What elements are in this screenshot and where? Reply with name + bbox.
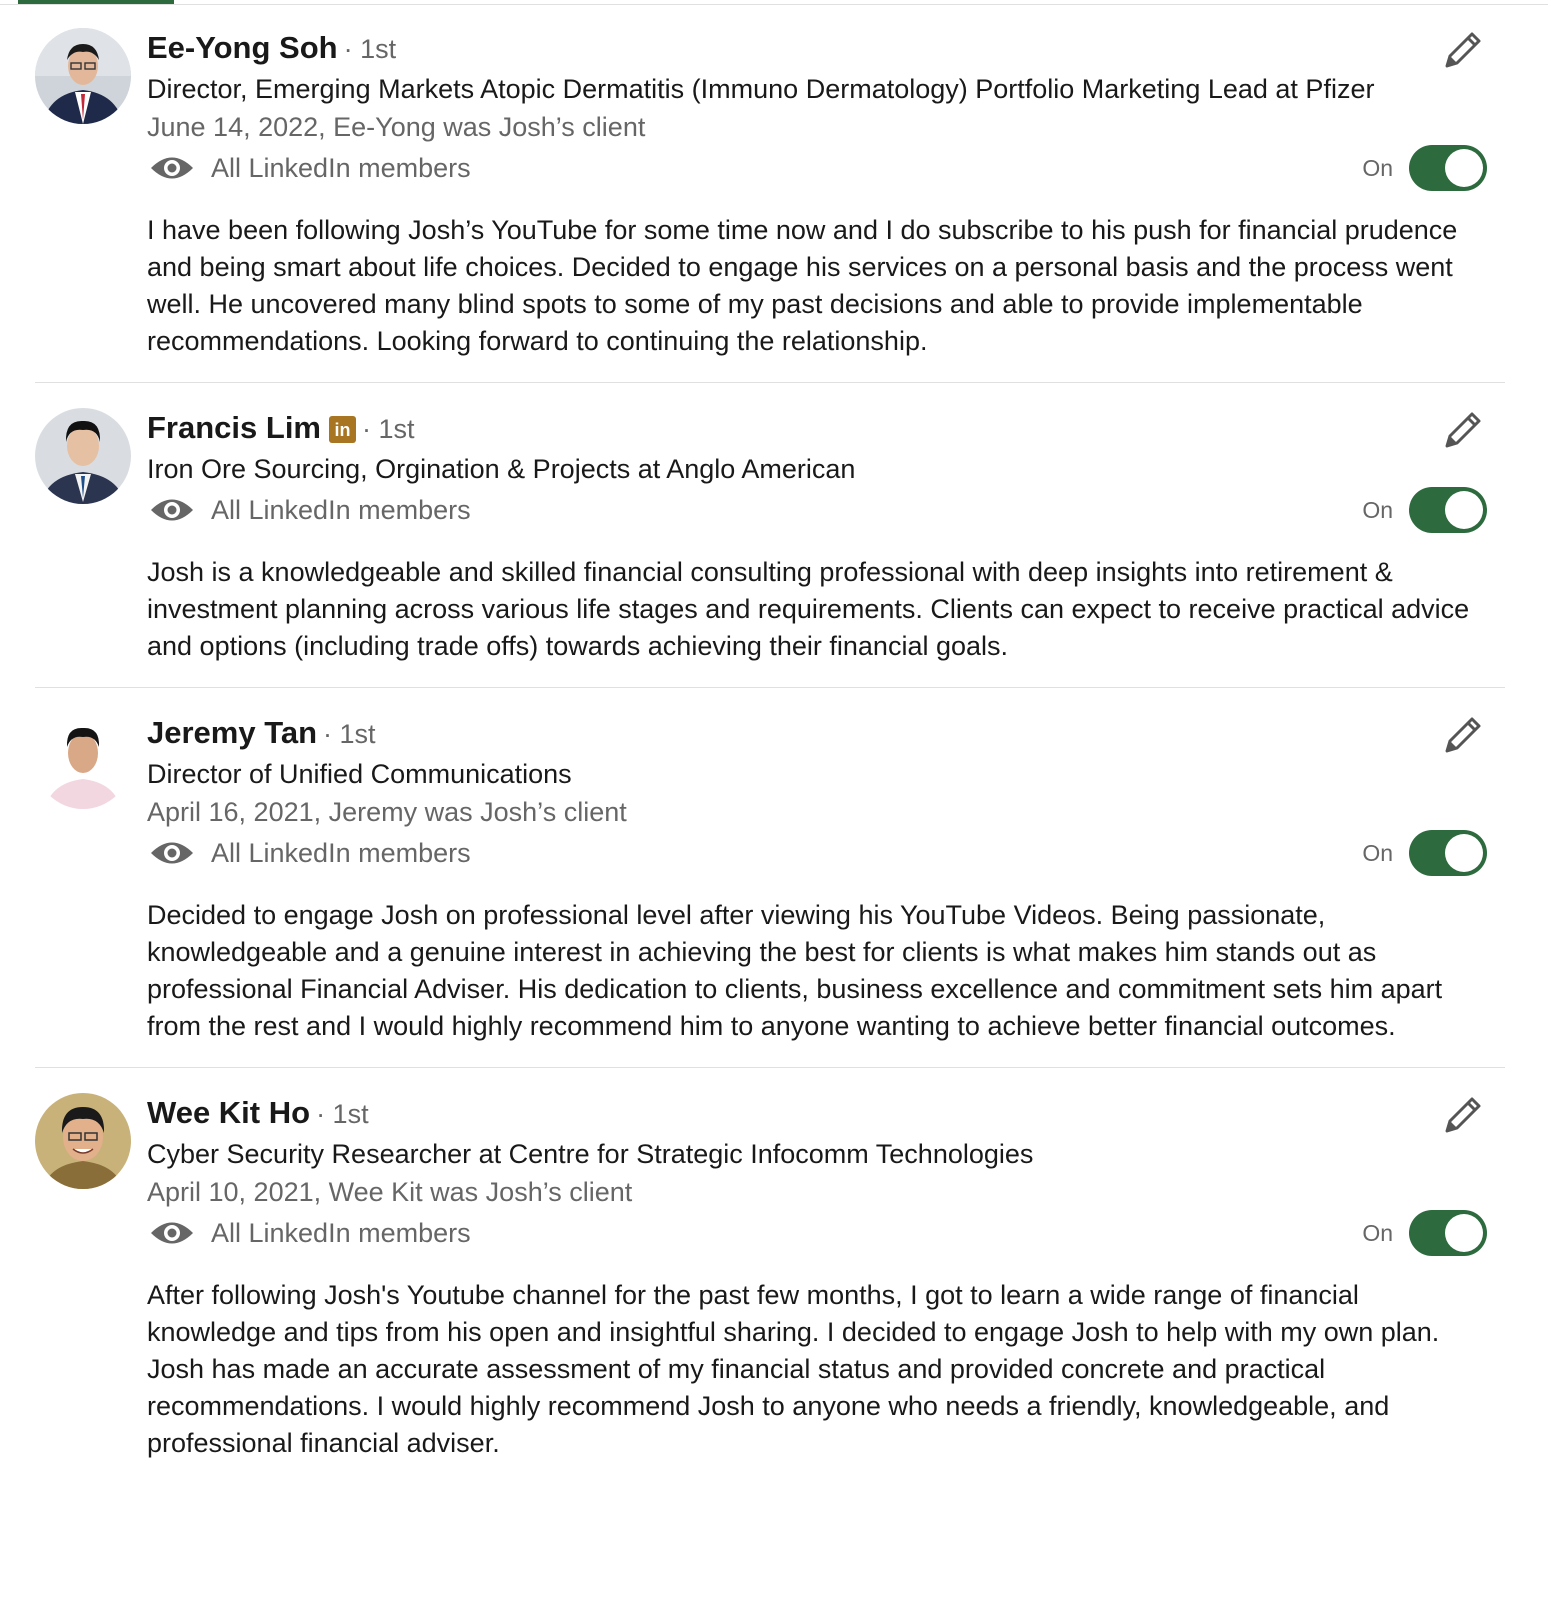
recommendation-item: Ee-Yong Soh · 1st Director, Emerging Mar…: [35, 26, 1505, 382]
tab-underline: [0, 4, 1548, 5]
recommender-headline: Cyber Security Researcher at Centre for …: [147, 1139, 1034, 1169]
active-tab-indicator: [18, 0, 174, 4]
toggle-state-label: On: [1362, 154, 1393, 181]
recommender-name[interactable]: Jeremy Tan: [147, 711, 317, 755]
relationship-meta: June 14, 2022, Ee-Yong was Josh’s client: [147, 112, 646, 142]
recommendation-text: After following Josh's Youtube channel f…: [147, 1280, 1440, 1458]
toggle-state-label: On: [1362, 1219, 1393, 1246]
avatar[interactable]: [35, 28, 131, 124]
recommender-name[interactable]: Wee Kit Ho: [147, 1091, 310, 1135]
recommendation-item: Francis Lim in · 1st Iron Ore Sourcing, …: [35, 382, 1505, 687]
connection-degree: · 1st: [316, 1099, 369, 1129]
recommender-name[interactable]: Francis Lim: [147, 406, 321, 450]
toggle-knob: [1445, 1214, 1483, 1252]
connection-degree: · 1st: [362, 414, 415, 444]
toggle-knob: [1445, 149, 1483, 187]
avatar[interactable]: [35, 408, 131, 504]
avatar[interactable]: [35, 713, 131, 809]
visibility-label[interactable]: All LinkedIn members: [211, 153, 471, 184]
toggle-knob: [1445, 834, 1483, 872]
visibility-label[interactable]: All LinkedIn members: [211, 495, 471, 526]
visibility-toggle[interactable]: [1409, 830, 1487, 876]
visibility-toggle[interactable]: [1409, 145, 1487, 191]
edit-pencil-icon[interactable]: [1441, 713, 1485, 757]
eye-icon: [151, 1222, 193, 1244]
recommender-name[interactable]: Ee-Yong Soh: [147, 26, 338, 70]
relationship-meta: April 16, 2021, Jeremy was Josh’s client: [147, 797, 627, 827]
eye-icon: [151, 499, 193, 521]
recommendation-text: Decided to engage Josh on professional l…: [147, 900, 1443, 1041]
visibility-toggle[interactable]: [1409, 1210, 1487, 1256]
recommender-headline: Director, Emerging Markets Atopic Dermat…: [147, 74, 1375, 104]
toggle-state-label: On: [1362, 839, 1393, 866]
visibility-toggle[interactable]: [1409, 487, 1487, 533]
edit-pencil-icon[interactable]: [1441, 28, 1485, 72]
visibility-label[interactable]: All LinkedIn members: [211, 838, 471, 869]
linkedin-premium-badge-icon: in: [329, 415, 356, 443]
recommendation-text: I have been following Josh’s YouTube for…: [147, 215, 1458, 356]
recommendation-item: Jeremy Tan · 1st Director of Unified Com…: [35, 687, 1505, 1067]
edit-pencil-icon[interactable]: [1441, 1093, 1485, 1137]
relationship-meta: April 10, 2021, Wee Kit was Josh’s clien…: [147, 1177, 633, 1207]
eye-icon: [151, 842, 193, 864]
visibility-label[interactable]: All LinkedIn members: [211, 1218, 471, 1249]
avatar[interactable]: [35, 1093, 131, 1189]
toggle-state-label: On: [1362, 496, 1393, 523]
recommendations-list: Ee-Yong Soh · 1st Director, Emerging Mar…: [35, 26, 1505, 1484]
eye-icon: [151, 157, 193, 179]
toggle-knob: [1445, 491, 1483, 529]
connection-degree: · 1st: [343, 34, 397, 64]
recommendation-text: Josh is a knowledgeable and skilled fina…: [147, 557, 1470, 661]
recommender-headline: Iron Ore Sourcing, Orgination & Projects…: [147, 454, 856, 484]
recommender-headline: Director of Unified Communications: [147, 759, 572, 789]
edit-pencil-icon[interactable]: [1441, 408, 1485, 452]
recommendation-item: Wee Kit Ho · 1st Cyber Security Research…: [35, 1067, 1505, 1484]
connection-degree: · 1st: [323, 719, 376, 749]
